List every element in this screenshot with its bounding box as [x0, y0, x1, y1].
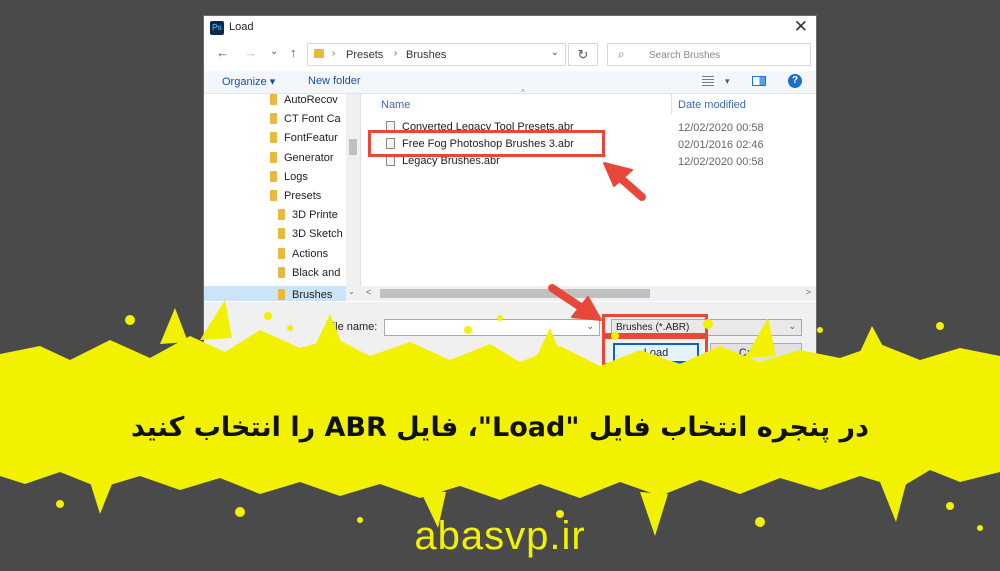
site-logo: abasvp.ir	[414, 514, 586, 558]
arrow-icon	[603, 162, 646, 201]
instruction-caption: در پنجره انتخاب فایل "Load"، فایل ABR را…	[131, 412, 869, 443]
